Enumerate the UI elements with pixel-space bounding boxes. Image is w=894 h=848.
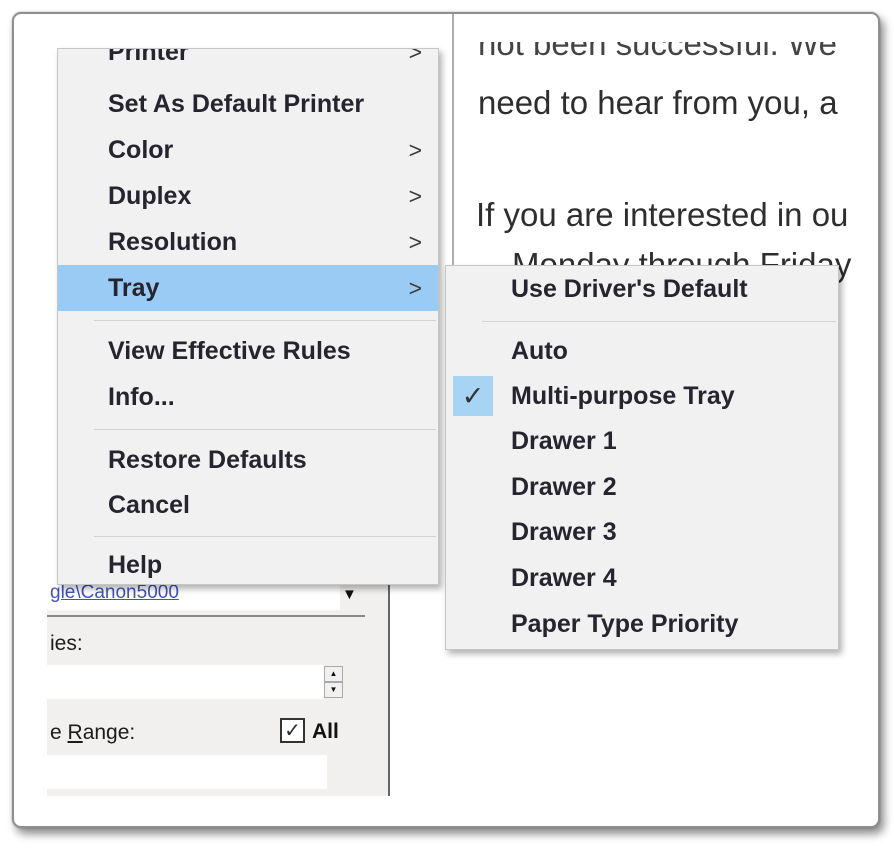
- copies-input[interactable]: [47, 665, 324, 699]
- menu-item-cancel[interactable]: Cancel: [58, 483, 438, 528]
- document-window-left-edge: [452, 14, 454, 266]
- check-icon: ✓: [453, 376, 493, 416]
- submenu-arrow-icon: >: [409, 49, 422, 66]
- menu-item-set-as-default-printer[interactable]: Set As Default Printer: [58, 81, 438, 127]
- menu-separator: [58, 528, 438, 544]
- menu-item-label: Set As Default Printer: [108, 90, 364, 119]
- menu-item-label: Info...: [108, 383, 175, 412]
- menu-item-label: Duplex: [108, 182, 191, 211]
- submenu-item-label: Drawer 3: [511, 518, 617, 547]
- all-checkbox[interactable]: ✓: [280, 718, 305, 743]
- dropdown-arrow-icon[interactable]: ▼: [342, 586, 357, 603]
- menu-item-label: View Effective Rules: [108, 337, 351, 366]
- submenu-item-drawer-1[interactable]: Drawer 1: [446, 419, 838, 464]
- document-text-line: If you are interested in ou: [476, 196, 848, 234]
- menu-item-printer[interactable]: Printer >: [58, 49, 438, 81]
- submenu-item-label: Drawer 2: [511, 473, 617, 502]
- menu-item-label: Tray: [108, 274, 159, 303]
- submenu-arrow-icon: >: [409, 229, 422, 256]
- submenu-arrow-icon: >: [409, 183, 422, 210]
- menu-separator: [58, 420, 438, 438]
- printer-context-menu: Printer > Set As Default Printer Color >…: [57, 48, 439, 585]
- copies-label: ies:: [50, 632, 83, 656]
- submenu-item-label: Drawer 4: [511, 564, 617, 593]
- submenu-item-auto[interactable]: Auto: [446, 329, 838, 374]
- menu-separator: [58, 311, 438, 329]
- submenu-item-drawer-2[interactable]: Drawer 2: [446, 464, 838, 510]
- copies-stepper: ▲ ▼: [324, 666, 343, 698]
- submenu-item-drawer-3[interactable]: Drawer 3: [446, 510, 838, 555]
- submenu-item-label: Auto: [511, 337, 568, 366]
- menu-item-label: Printer: [108, 49, 189, 67]
- menu-item-label: Help: [108, 551, 162, 580]
- menu-item-restore-defaults[interactable]: Restore Defaults: [58, 438, 438, 483]
- spin-down-button[interactable]: ▼: [324, 682, 343, 698]
- print-dialog-panel: gle\Canon5000 ▼ ies: ▲ ▼ e Range: ✓ All: [47, 574, 390, 796]
- document-text-line: need to hear from you, a: [478, 84, 838, 122]
- menu-item-view-effective-rules[interactable]: View Effective Rules: [58, 329, 438, 374]
- submenu-item-paper-type-priority[interactable]: Paper Type Priority: [446, 601, 838, 648]
- submenu-item-use-drivers-default[interactable]: Use Driver's Default: [446, 266, 838, 313]
- page-range-input[interactable]: [47, 755, 327, 789]
- submenu-item-drawer-4[interactable]: Drawer 4: [446, 555, 838, 601]
- page-range-label: e Range:: [50, 721, 135, 745]
- submenu-item-label: Paper Type Priority: [511, 610, 738, 639]
- spin-up-button[interactable]: ▲: [324, 666, 343, 682]
- dialog-separator: [47, 615, 365, 617]
- submenu-item-label: Multi-purpose Tray: [511, 382, 735, 411]
- submenu-item-label: Use Driver's Default: [511, 275, 748, 304]
- checkbox-check-icon: ✓: [284, 718, 301, 743]
- menu-item-label: Restore Defaults: [108, 446, 307, 475]
- menu-item-duplex[interactable]: Duplex >: [58, 173, 438, 219]
- menu-item-label: Resolution: [108, 228, 237, 257]
- submenu-item-multi-purpose-tray[interactable]: ✓ Multi-purpose Tray: [446, 374, 838, 419]
- screenshot-frame: not been successful. We need to hear fro…: [12, 12, 880, 828]
- submenu-arrow-icon: >: [409, 275, 422, 302]
- submenu-item-label: Drawer 1: [511, 427, 617, 456]
- menu-item-resolution[interactable]: Resolution >: [58, 219, 438, 265]
- tray-submenu: Use Driver's Default Auto ✓ Multi-purpos…: [445, 265, 839, 650]
- menu-separator: [446, 313, 838, 329]
- all-checkbox-label: All: [312, 720, 339, 744]
- menu-item-tray-highlighted[interactable]: Tray >: [58, 265, 438, 311]
- submenu-arrow-icon: >: [409, 137, 422, 164]
- menu-item-help[interactable]: Help: [58, 544, 438, 586]
- menu-item-label: Color: [108, 136, 173, 165]
- document-text-line-clipped: not been successful. We: [478, 42, 878, 68]
- menu-item-color[interactable]: Color >: [58, 127, 438, 173]
- menu-item-info[interactable]: Info...: [58, 374, 438, 420]
- menu-item-label: Cancel: [108, 491, 190, 520]
